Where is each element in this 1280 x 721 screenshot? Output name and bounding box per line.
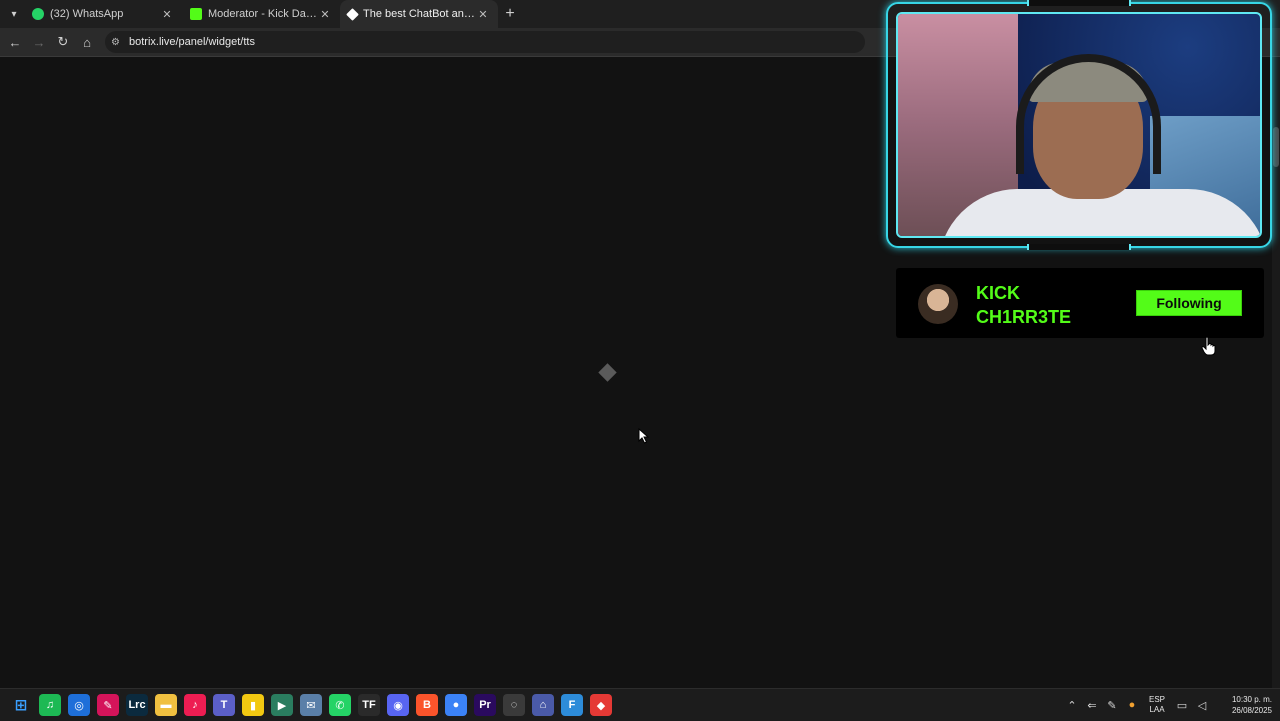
volume-icon[interactable]: ◁ [1192,699,1212,712]
network-icon[interactable]: ▭ [1172,699,1192,712]
url-text: botrix.live/panel/widget/tts [129,36,255,48]
tab-close-icon[interactable]: ✕ [318,8,332,21]
app-f-icon[interactable]: F [561,694,583,716]
app-circle-icon[interactable]: ◌ [503,694,525,716]
following-button[interactable]: Following [1136,290,1242,316]
tab-label: Moderator - Kick Dashboard [208,8,318,20]
chrome-icon[interactable]: ● [445,694,467,716]
page-scrollbar[interactable] [1272,57,1280,688]
tray-app-icon[interactable]: ⇐ [1082,699,1102,712]
tab-close-icon[interactable]: ✕ [476,8,490,21]
app-arrow-icon[interactable]: ▶ [271,694,293,716]
spotify-icon[interactable]: ♫ [39,694,61,716]
site-info-icon[interactable]: ⚙ [111,37,127,48]
kick-favicon-icon [190,8,202,20]
tab-kick-dashboard[interactable]: Moderator - Kick Dashboard ✕ [182,0,340,28]
back-arrow-icon[interactable]: ← [3,30,27,54]
tray-pen-icon[interactable]: ✎ [1102,699,1122,712]
app-red-icon[interactable]: ◆ [590,694,612,716]
tab-whatsapp[interactable]: (32) WhatsApp ✕ [24,0,182,28]
address-bar[interactable]: ⚙ botrix.live/panel/widget/tts [105,31,865,53]
tab-label: The best ChatBot and Widgets [363,8,476,20]
app-mail-icon[interactable]: ✉ [300,694,322,716]
teams-icon[interactable]: T [213,694,235,716]
power-bi-icon[interactable]: ▮ [242,694,264,716]
system-tray: ⌃ ⇐ ✎ ● ESP LAA ▭ ◁ 10:30 p. m. 26/08/20… [1062,689,1280,721]
scrollbar-thumb[interactable] [1273,127,1279,167]
keyboard-layout: LAA [1149,705,1165,714]
app-pink-icon[interactable]: ✎ [97,694,119,716]
forward-arrow-icon[interactable]: → [27,30,51,54]
tab-search-icon[interactable]: ▾ [4,4,24,24]
taskbar-apps: ♫ ◎ ✎ Lrc ▬ ♪ T ▮ ▶ ✉ ✆ TF ◉ B ● Pr ◌ ⌂ F ◆ [32,694,612,716]
channel-name-line1: KICK [976,283,1020,303]
frame-decoration [1027,0,1131,6]
new-tab-button[interactable]: + [498,5,522,23]
file-explorer-icon[interactable]: ▬ [155,694,177,716]
tray-overflow-icon[interactable]: ⌃ [1062,699,1082,712]
clock-date: 26/08/2025 [1231,706,1272,715]
webcam-frame [886,0,1272,250]
discord-icon[interactable]: ◉ [387,694,409,716]
reload-icon[interactable]: ↻ [51,30,75,54]
whatsapp-icon[interactable]: ✆ [329,694,351,716]
avatar [918,284,958,324]
tiktok-icon[interactable]: ♪ [184,694,206,716]
windows-taskbar: ⊞ ♫ ◎ ✎ Lrc ▬ ♪ T ▮ ▶ ✉ ✆ TF ◉ B ● Pr ◌ ⌂ F ◆ ⌃ ⇐ ✎ ● ESP L… [0,688,1280,721]
channel-name-line2: CH1RR3TE [976,307,1072,327]
webcam-video [896,12,1262,238]
controller-icon[interactable]: ⌂ [532,694,554,716]
app-blue-icon[interactable]: ◎ [68,694,90,716]
follow-card: KICK CH1RR3TE Following [896,268,1264,338]
language-indicator[interactable]: ESP LAA [1142,695,1172,715]
tab-label: (32) WhatsApp [50,8,124,20]
clock[interactable]: 10:30 p. m. 26/08/2025 [1212,694,1272,716]
channel-name: KICK CH1RR3TE [976,281,1116,329]
lightroom-icon[interactable]: Lrc [126,694,148,716]
brave-icon[interactable]: B [416,694,438,716]
start-windows-icon[interactable]: ⊞ [10,694,32,716]
whatsapp-favicon-icon [32,8,44,20]
app-tf-icon[interactable]: TF [358,694,380,716]
tab-botrix[interactable]: The best ChatBot and Widgets ✕ [340,0,498,28]
home-icon[interactable]: ⌂ [75,30,99,54]
frame-decoration [1027,244,1131,250]
language-code: ESP [1148,695,1165,704]
microphone-icon[interactable]: ● [1122,699,1142,711]
premiere-icon[interactable]: Pr [474,694,496,716]
clock-time: 10:30 p. m. [1231,695,1272,704]
tab-close-icon[interactable]: ✕ [160,8,174,21]
botrix-favicon-icon [346,7,359,21]
